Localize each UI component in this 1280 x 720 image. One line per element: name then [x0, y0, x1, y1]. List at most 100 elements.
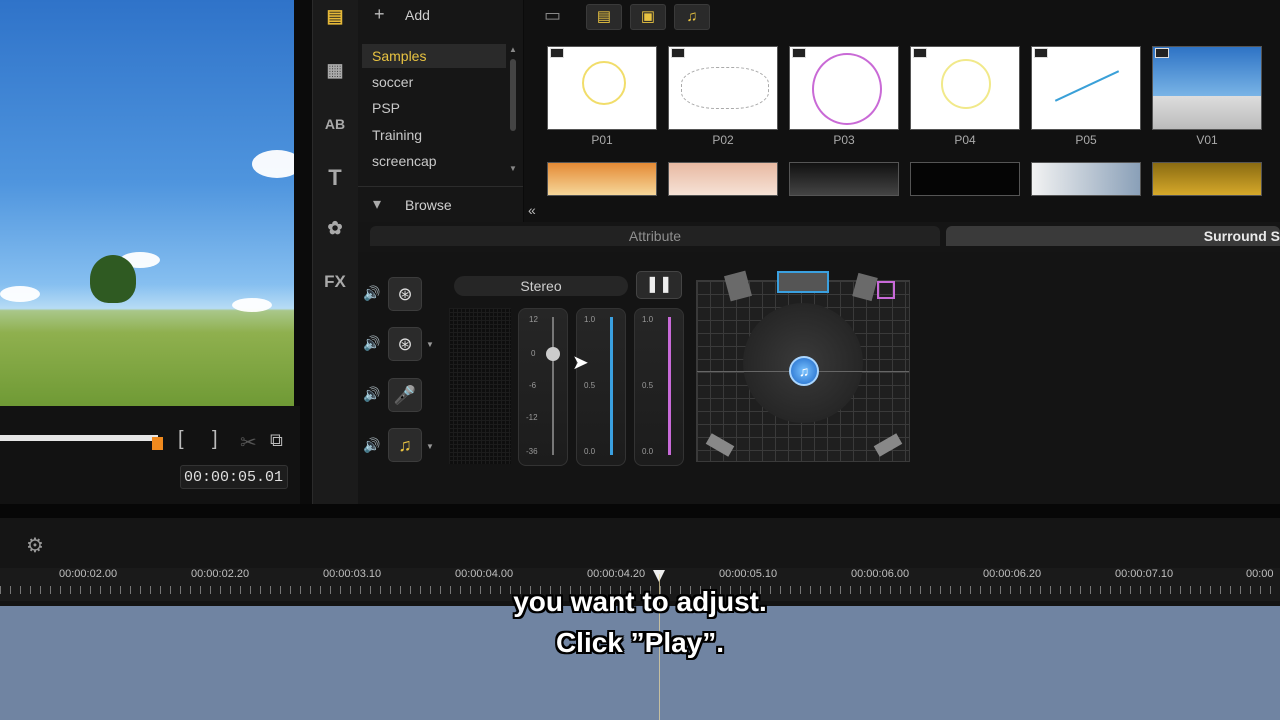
- photo-tag-icon: [671, 48, 685, 58]
- split-clip-icon[interactable]: ✂: [240, 430, 257, 455]
- speaker-icon[interactable]: 🔊: [363, 386, 380, 403]
- graphic-icon[interactable]: ✿: [319, 214, 351, 242]
- scroll-down-icon[interactable]: ▼: [509, 164, 517, 174]
- thumbnail[interactable]: [1152, 162, 1262, 196]
- fader-knob[interactable]: [546, 347, 560, 361]
- channel-fader-blue[interactable]: 1.0 0.5 0.0: [576, 308, 626, 466]
- fader-tick: -36: [526, 447, 538, 456]
- scrub-thumb[interactable]: [152, 437, 163, 450]
- thumbnail[interactable]: [1031, 162, 1141, 196]
- video-track-icon[interactable]: ⊛: [388, 277, 422, 311]
- timeline-track[interactable]: [0, 606, 1280, 720]
- overlay-track-icon[interactable]: ⊛: [388, 327, 422, 361]
- preview-window: [0, 0, 294, 406]
- photo-tag-icon: [1034, 48, 1048, 58]
- tab-surround[interactable]: Surround S: [946, 226, 1280, 246]
- folder-item[interactable]: Training: [372, 127, 422, 143]
- thumbnail-p04[interactable]: [910, 46, 1020, 130]
- subtitle-line: Click ”Play”.: [555, 627, 725, 658]
- separator: [0, 504, 1280, 518]
- channel-mode-label[interactable]: Stereo: [454, 276, 628, 296]
- ruler-label: 00:00:02.00: [59, 568, 118, 580]
- speaker-icon[interactable]: 🔊: [363, 285, 380, 302]
- folder-item[interactable]: Samples: [372, 48, 426, 64]
- ruler-label: 00:00:04.00: [455, 568, 514, 580]
- face-drawing: [812, 53, 882, 125]
- folder-item[interactable]: PSP: [372, 100, 400, 116]
- cloud: [252, 150, 294, 178]
- enlarge-preview-icon[interactable]: ⧉: [270, 430, 283, 451]
- thumbnail-p03[interactable]: [789, 46, 899, 130]
- fader-tick: 12: [529, 315, 538, 324]
- thumbnail-p05[interactable]: [1031, 46, 1141, 130]
- center-speaker-icon: [777, 271, 829, 293]
- storyboard-view-icon[interactable]: ⚙: [26, 533, 44, 558]
- ruler-label: 00:00:04.20: [587, 568, 646, 580]
- fader-track: [552, 317, 554, 455]
- mark-in-button[interactable]: [: [178, 428, 184, 451]
- ruler-label: 00:00:06.00: [851, 568, 910, 580]
- surround-field[interactable]: ♫: [696, 270, 910, 462]
- pause-button[interactable]: ❚❚: [636, 271, 682, 299]
- ruler-label: 00:00:03.10: [323, 568, 382, 580]
- media-icon[interactable]: ▤: [319, 2, 351, 30]
- thumbnail-v01[interactable]: [1152, 46, 1262, 130]
- transition-icon[interactable]: ▦: [319, 56, 351, 84]
- dropdown-arrow-icon[interactable]: ▼: [426, 442, 434, 451]
- title-ab-icon[interactable]: AB: [319, 110, 351, 138]
- thumbnail-p02[interactable]: [668, 46, 778, 130]
- music-track-icon[interactable]: ♫: [388, 428, 422, 462]
- browse-button[interactable]: Browse: [405, 197, 452, 213]
- collapse-library-icon[interactable]: «: [528, 202, 536, 218]
- ruler-label: 00:00:07.10: [1115, 568, 1174, 580]
- scroll-up-icon[interactable]: ▲: [509, 45, 517, 55]
- thumbnail-p01[interactable]: [547, 46, 657, 130]
- show-video-icon[interactable]: ▤: [586, 4, 622, 30]
- title-icon[interactable]: T: [319, 164, 351, 192]
- photo-tag-icon: [913, 48, 927, 58]
- thumbnail[interactable]: [547, 162, 657, 196]
- thumbnail[interactable]: [789, 162, 899, 196]
- tree: [90, 255, 136, 303]
- fader-tick: 0.5: [584, 381, 596, 390]
- audio-position-icon[interactable]: ♫: [789, 356, 819, 386]
- timeline-toolbar: [0, 518, 1280, 568]
- fader-tick: 1.0: [642, 315, 654, 324]
- fader-tick: 0.0: [642, 447, 654, 456]
- browse-icon[interactable]: ▾: [373, 194, 381, 214]
- folder-scrollbar[interactable]: ▲ ▼: [509, 45, 517, 175]
- fader-level-blue: [610, 317, 613, 455]
- thumbnail[interactable]: [668, 162, 778, 196]
- scrub-bar[interactable]: [0, 435, 158, 441]
- speaker-icon[interactable]: 🔊: [363, 437, 380, 454]
- folder-icon[interactable]: ▭: [544, 5, 561, 26]
- fader-tick: 0: [531, 349, 536, 358]
- show-photo-icon[interactable]: ▣: [630, 4, 666, 30]
- channel-fader-pink[interactable]: 1.0 0.5 0.0: [634, 308, 684, 466]
- map-drawing: [681, 67, 769, 109]
- folder-item[interactable]: screencap: [372, 153, 437, 169]
- fader-level-pink: [668, 317, 671, 455]
- dropdown-arrow-icon[interactable]: ▼: [426, 340, 434, 349]
- ruler-label: 00:00:02.20: [191, 568, 250, 580]
- thumbnail-label: V01: [1196, 133, 1218, 147]
- fader-tick: 0.0: [584, 447, 596, 456]
- filter-icon[interactable]: FX: [319, 268, 351, 296]
- fader-tick: -12: [526, 413, 538, 422]
- add-folder-button[interactable]: Add: [405, 7, 430, 23]
- voice-track-icon[interactable]: 🎤: [388, 378, 422, 412]
- thumbnail-label: P02: [712, 133, 734, 147]
- show-audio-icon[interactable]: ♫: [674, 4, 710, 30]
- speaker-icon[interactable]: 🔊: [363, 335, 380, 352]
- fader-tick: 0.5: [642, 381, 654, 390]
- mark-out-button[interactable]: ]: [212, 428, 218, 451]
- folder-item[interactable]: soccer: [372, 74, 413, 90]
- timecode-field[interactable]: 00:00:05.01: [180, 465, 288, 489]
- scroll-thumb[interactable]: [510, 59, 516, 131]
- add-icon[interactable]: +: [374, 4, 385, 25]
- main-volume-fader[interactable]: 12 0 -6 -12 -36: [518, 308, 568, 466]
- tab-attribute[interactable]: Attribute: [370, 226, 940, 246]
- thumbnail-label: P01: [591, 133, 613, 147]
- thumbnail[interactable]: [910, 162, 1020, 196]
- fader-tick: -6: [529, 381, 537, 390]
